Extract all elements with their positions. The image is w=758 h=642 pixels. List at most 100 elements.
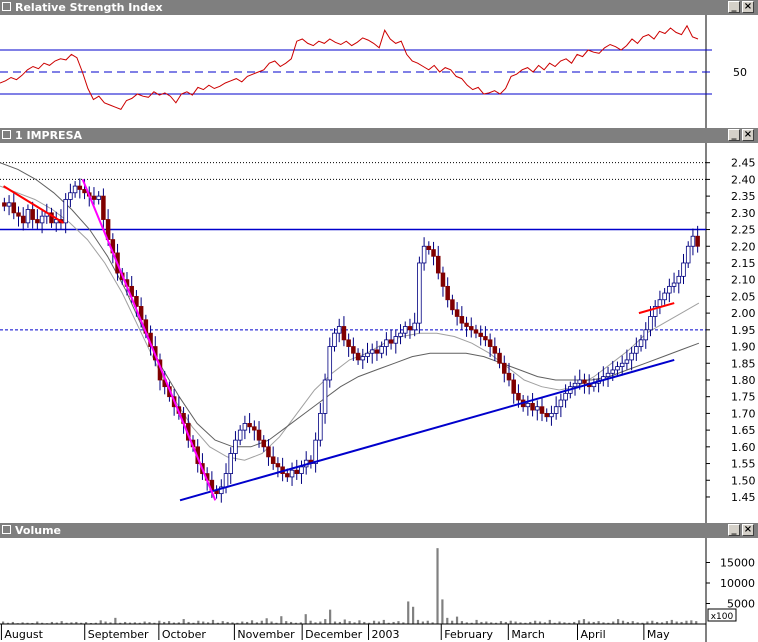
x-axis-label: November: [237, 628, 295, 641]
rsi-tick-label: 50: [733, 66, 747, 79]
candle-body: [379, 346, 384, 354]
volume-bar: [382, 619, 385, 624]
candle-body: [332, 332, 337, 347]
candle-body: [228, 453, 233, 474]
candle-body: [96, 195, 101, 200]
candle-body: [469, 326, 474, 331]
close-button[interactable]: ×: [742, 524, 754, 536]
candle-body: [431, 249, 436, 257]
candle-body: [256, 429, 262, 441]
close-button[interactable]: ×: [742, 129, 754, 141]
candle-body: [577, 379, 582, 384]
volume-bar: [436, 548, 439, 624]
price-tick-label: 1.75: [731, 391, 756, 404]
volume-bar: [690, 620, 693, 624]
x-axis-label: April: [581, 628, 606, 641]
candle-body: [91, 195, 97, 200]
x-axis-label: September: [88, 628, 149, 641]
candle-body: [336, 326, 342, 334]
candle-body: [252, 426, 257, 431]
candle-body: [445, 285, 450, 301]
volume-bar: [329, 609, 332, 624]
moving-average-short: [0, 185, 700, 461]
price-tick-label: 2.25: [731, 224, 756, 237]
candle-body: [681, 262, 686, 277]
x-axis-label: October: [162, 628, 206, 641]
price-tick-label: 1.55: [731, 458, 756, 471]
candle-body: [412, 322, 417, 331]
volume-bar: [211, 619, 215, 624]
volume-tick-label: 15000: [720, 557, 755, 570]
candle-body: [690, 235, 696, 247]
candle-body: [615, 366, 620, 371]
candle-body: [464, 322, 469, 327]
candle-body: [299, 466, 304, 474]
candle-body: [398, 332, 403, 337]
candle-body: [671, 282, 677, 287]
price-tick-label: 1.45: [731, 491, 756, 504]
candle-body: [530, 402, 535, 411]
minimize-button[interactable]: _: [728, 129, 740, 141]
minimize-button[interactable]: _: [728, 524, 740, 536]
panel-menu-icon[interactable]: [2, 2, 11, 11]
candle-body: [473, 329, 479, 334]
price-tick-label: 2.00: [731, 307, 756, 320]
minimize-button[interactable]: _: [728, 1, 740, 13]
price-tick-label: 1.80: [731, 374, 756, 387]
candle-body: [492, 346, 498, 354]
volume-bar: [475, 619, 478, 624]
price-panel-titlebar: 1 IMPRESA _ ×: [0, 128, 758, 143]
volume-bar: [358, 620, 361, 624]
candle-body: [275, 463, 281, 468]
volume-bar: [582, 619, 586, 624]
candle-body: [648, 316, 653, 331]
volume-bar: [280, 616, 283, 624]
candle-body: [502, 362, 507, 374]
x-axis-label: December: [305, 628, 363, 641]
candle-body: [294, 469, 300, 474]
candle-body: [365, 352, 370, 357]
close-button[interactable]: ×: [742, 1, 754, 13]
volume-bar: [412, 606, 415, 624]
candle-body: [506, 372, 512, 381]
x-axis-label: February: [444, 628, 493, 641]
panel-menu-icon[interactable]: [2, 130, 11, 139]
candle-body: [558, 399, 564, 408]
candle-body: [289, 469, 295, 478]
candle-body: [525, 402, 531, 408]
candle-body: [39, 215, 45, 224]
price-tick-label: 1.70: [731, 407, 756, 420]
candle-body: [544, 412, 549, 418]
candle-body: [384, 339, 389, 347]
candle-body: [417, 262, 422, 324]
candle-body: [68, 192, 73, 200]
volume-plot: 15000100005000x100August September October…: [0, 538, 755, 642]
candle-body: [341, 326, 347, 341]
panel-menu-icon[interactable]: [2, 525, 11, 534]
volume-bar: [455, 616, 459, 624]
candle-body: [662, 292, 667, 301]
candle-body: [638, 339, 644, 347]
volume-tick-label: 10000: [720, 577, 755, 590]
volume-bar: [250, 620, 254, 624]
x-axis-label: 2003: [372, 628, 400, 641]
rsi-panel-title: Relative Strength Index: [15, 1, 163, 14]
candle-body: [285, 473, 290, 478]
candle-body: [497, 352, 502, 364]
price-tick-label: 1.65: [731, 424, 756, 437]
candle-body: [516, 392, 521, 401]
stock-chart-window: Relative Strength Index _ × 50 1 IMPRESA…: [0, 0, 758, 642]
price-tick-label: 1.90: [731, 341, 756, 354]
candle-body: [407, 326, 413, 331]
candle-body: [393, 336, 399, 344]
candle-body: [426, 245, 432, 250]
candle-body: [233, 439, 238, 454]
candle-body: [657, 299, 663, 307]
candle-body: [454, 309, 460, 317]
candle-body: [572, 382, 578, 388]
candle-body: [30, 209, 35, 220]
candle-body: [16, 212, 21, 217]
candle-body: [450, 299, 455, 311]
price-tick-label: 2.20: [731, 240, 756, 253]
candle-body: [624, 359, 630, 364]
